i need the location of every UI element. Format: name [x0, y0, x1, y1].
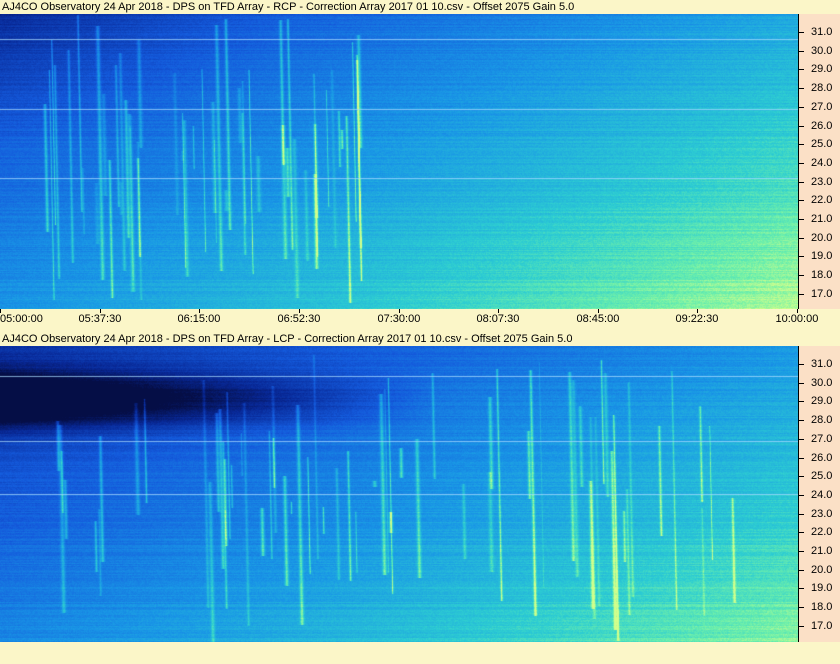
y-tick [799, 626, 804, 627]
y-tick-label: 21.0 [811, 545, 833, 557]
y-tick-label: 23.0 [811, 508, 833, 520]
y-tick [799, 439, 804, 440]
y-tick [799, 420, 804, 421]
y-tick [799, 144, 804, 145]
y-tick-label: 17.0 [811, 288, 833, 300]
y-tick [799, 51, 804, 52]
x-tick-label: 08:45:00 [576, 313, 620, 325]
y-tick-label: 22.0 [811, 194, 833, 206]
x-tick-label: 09:22:30 [675, 313, 719, 325]
y-tick-label: 26.0 [811, 120, 833, 132]
panel-title-lcp: AJ4CO Observatory 24 Apr 2018 - DPS on T… [2, 333, 573, 345]
y-tick [799, 238, 804, 239]
spectrogram-rcp[interactable] [0, 14, 798, 309]
y-axis-rcp: 31.0 30.0 29.0 28.0 27.0 26.0 25.0 24.0 23.0 22.0… [798, 14, 840, 309]
y-tick [799, 383, 804, 384]
x-tick-label: 10:00:00 [775, 313, 819, 325]
y-tick-label: 27.0 [811, 101, 833, 113]
y-tick [799, 495, 804, 496]
y-tick-label: 18.0 [811, 269, 833, 281]
y-tick [799, 256, 804, 257]
y-tick-label: 22.0 [811, 526, 833, 538]
y-tick [799, 200, 804, 201]
y-tick-label: 31.0 [811, 358, 833, 370]
y-tick [799, 364, 804, 365]
y-tick-label: 28.0 [811, 82, 833, 94]
bottom-bar [0, 642, 840, 664]
y-tick-label: 24.0 [811, 157, 833, 169]
x-axis-rcp: 05:00:00 05:37:30 06:15:00 06:52:30 07:30:00… [0, 309, 840, 329]
y-tick-label: 25.0 [811, 138, 833, 150]
y-tick-label: 19.0 [811, 250, 833, 262]
x-tick-label: 07:30:00 [377, 313, 421, 325]
y-tick [799, 476, 804, 477]
y-tick [799, 69, 804, 70]
y-tick [799, 219, 804, 220]
x-tick-label: 06:15:00 [177, 313, 221, 325]
x-tick-label: 06:52:30 [277, 313, 321, 325]
y-tick-label: 25.0 [811, 470, 833, 482]
y-axis-lcp: 31.0 30.0 29.0 28.0 27.0 26.0 25.0 24.0 23.0 22.0… [798, 346, 840, 642]
spectrogram-lcp[interactable] [0, 346, 798, 642]
y-tick-label: 27.0 [811, 433, 833, 445]
y-tick [799, 88, 804, 89]
spectrogram-canvas-lcp [0, 346, 798, 642]
y-tick-label: 31.0 [811, 26, 833, 38]
y-tick-label: 30.0 [811, 45, 833, 57]
y-tick-label: 28.0 [811, 414, 833, 426]
y-tick [799, 551, 804, 552]
y-tick-label: 29.0 [811, 63, 833, 75]
y-tick [799, 182, 804, 183]
y-tick-label: 24.0 [811, 489, 833, 501]
y-tick-label: 26.0 [811, 452, 833, 464]
y-tick-label: 19.0 [811, 582, 833, 594]
y-tick [799, 401, 804, 402]
y-tick [799, 107, 804, 108]
panel-title-rcp: AJ4CO Observatory 24 Apr 2018 - DPS on T… [2, 1, 575, 13]
y-tick [799, 532, 804, 533]
y-tick-label: 30.0 [811, 377, 833, 389]
y-tick-label: 17.0 [811, 620, 833, 632]
y-tick [799, 588, 804, 589]
spectrogram-canvas-rcp [0, 14, 798, 309]
x-tick-label: 05:00:00 [0, 313, 43, 325]
y-tick [799, 275, 804, 276]
y-tick [799, 607, 804, 608]
y-tick [799, 126, 804, 127]
x-tick-label: 05:37:30 [78, 313, 122, 325]
y-tick [799, 458, 804, 459]
y-tick [799, 514, 804, 515]
y-tick-label: 23.0 [811, 176, 833, 188]
y-tick-label: 18.0 [811, 601, 833, 613]
y-tick [799, 294, 804, 295]
y-tick-label: 20.0 [811, 564, 833, 576]
y-tick [799, 570, 804, 571]
y-tick-label: 21.0 [811, 213, 833, 225]
y-tick-label: 20.0 [811, 232, 833, 244]
x-tick-label: 08:07:30 [476, 313, 520, 325]
y-tick-label: 29.0 [811, 395, 833, 407]
y-tick [799, 163, 804, 164]
y-tick [799, 32, 804, 33]
